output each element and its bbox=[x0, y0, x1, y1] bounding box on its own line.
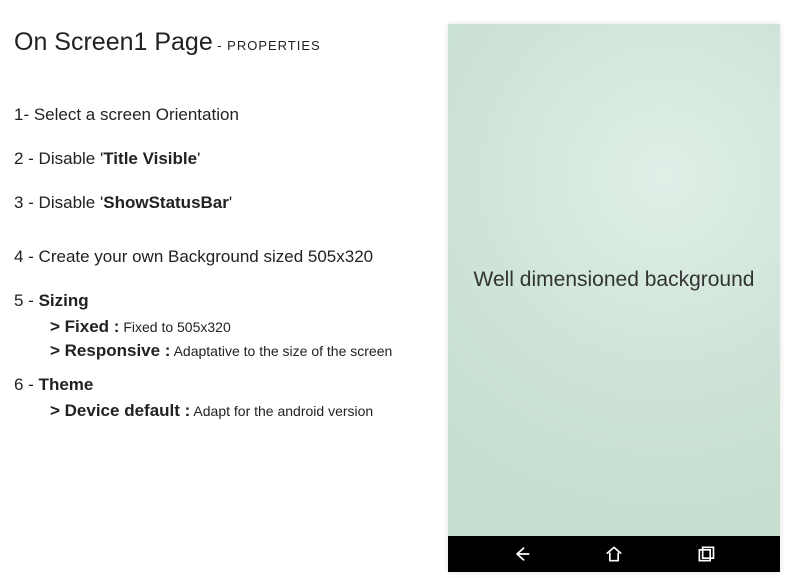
instructions-panel: On Screen1 Page - PROPERTIES 1- Select a… bbox=[0, 0, 430, 578]
phone-caption: Well dimensioned background bbox=[474, 268, 755, 292]
step-5-responsive-label: > Responsive : bbox=[50, 341, 170, 360]
step-3: 3 - Disable 'ShowStatusBar' bbox=[14, 193, 418, 213]
home-icon[interactable] bbox=[603, 543, 625, 565]
step-6-options: > Device default : Adapt for the android… bbox=[14, 401, 418, 421]
title-main: On Screen1 Page bbox=[14, 28, 213, 56]
step-6-device-default-note: Adapt for the android version bbox=[190, 403, 373, 419]
back-icon[interactable] bbox=[511, 543, 533, 565]
step-1: 1- Select a screen Orientation bbox=[14, 105, 418, 125]
step-2-suffix: ' bbox=[197, 149, 200, 168]
step-4: 4 - Create your own Background sized 505… bbox=[14, 247, 418, 267]
step-6-device-default: > Device default : Adapt for the android… bbox=[50, 401, 418, 421]
step-5-responsive-note: Adaptative to the size of the screen bbox=[170, 343, 392, 359]
step-5-bold: Sizing bbox=[39, 291, 89, 310]
step-6-device-default-label: > Device default : bbox=[50, 401, 190, 420]
step-5-options: > Fixed : Fixed to 505x320 > Responsive … bbox=[14, 317, 418, 361]
step-5-fixed: > Fixed : Fixed to 505x320 bbox=[50, 317, 418, 337]
step-5-fixed-note: Fixed to 505x320 bbox=[119, 319, 230, 335]
step-3-bold: ShowStatusBar bbox=[103, 193, 229, 212]
step-5: 5 - Sizing bbox=[14, 291, 418, 311]
page-title: On Screen1 Page - PROPERTIES bbox=[14, 28, 418, 57]
step-3-suffix: ' bbox=[229, 193, 232, 212]
step-5-responsive: > Responsive : Adaptative to the size of… bbox=[50, 341, 418, 361]
step-6-bold: Theme bbox=[39, 375, 94, 394]
step-2-bold: Title Visible bbox=[103, 149, 197, 168]
step-5-fixed-label: > Fixed : bbox=[50, 317, 119, 336]
step-5-prefix: 5 - bbox=[14, 291, 39, 310]
title-sub: - PROPERTIES bbox=[217, 38, 321, 53]
step-6: 6 - Theme bbox=[14, 375, 418, 395]
step-6-prefix: 6 - bbox=[14, 375, 39, 394]
phone-mockup: Well dimensioned background bbox=[448, 24, 780, 572]
phone-background: Well dimensioned background bbox=[448, 24, 780, 536]
step-2-prefix: 2 - Disable ' bbox=[14, 149, 103, 168]
step-2: 2 - Disable 'Title Visible' bbox=[14, 149, 418, 169]
recents-icon[interactable] bbox=[695, 543, 717, 565]
step-3-prefix: 3 - Disable ' bbox=[14, 193, 103, 212]
android-navbar bbox=[448, 536, 780, 572]
